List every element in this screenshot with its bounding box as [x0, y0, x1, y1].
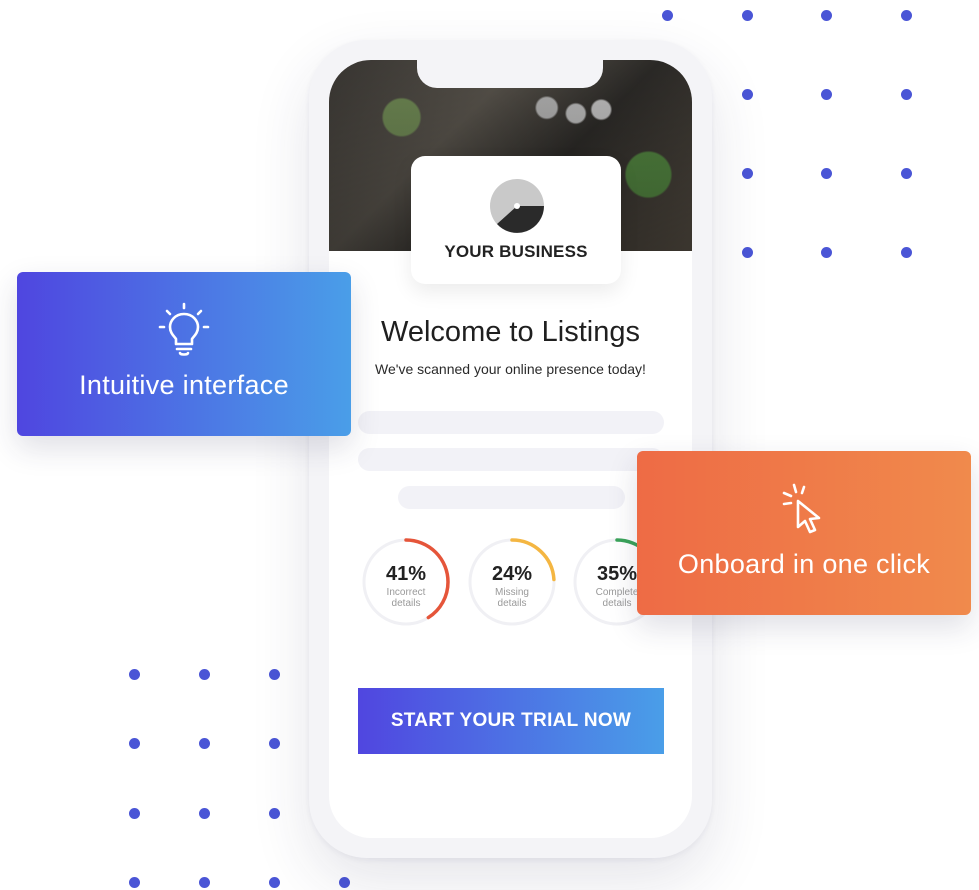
decor-dot — [662, 10, 673, 21]
decor-dot — [129, 669, 140, 680]
decor-dot — [821, 10, 832, 21]
stat-missing: 24% Missing details — [467, 537, 557, 627]
stat-label: Missing details — [477, 587, 547, 609]
decor-dot — [199, 877, 210, 888]
stat-label: Incorrect details — [371, 587, 441, 609]
half-circle-logo-icon — [490, 179, 544, 233]
feature-text: Intuitive interface — [79, 370, 289, 400]
feature-text: Onboard in one click — [677, 549, 931, 579]
feature-card-onboard: Onboard in one click — [637, 451, 971, 615]
lightbulb-icon — [158, 302, 210, 356]
decor-dot — [821, 247, 832, 258]
phone-mockup: YOUR BUSINESS Welcome to Listings We've … — [309, 40, 712, 858]
decor-dot — [901, 10, 912, 21]
decor-dot — [901, 89, 912, 100]
stat-label-line: Incorrect — [386, 587, 426, 598]
stat-incorrect: 41% Incorrect details — [361, 537, 451, 627]
business-card: YOUR BUSINESS — [411, 156, 621, 284]
stat-percent: 24% — [491, 563, 533, 585]
phone-notch — [417, 60, 603, 88]
welcome-subtitle: We've scanned your online presence today… — [375, 361, 646, 377]
phone-screen: YOUR BUSINESS Welcome to Listings We've … — [329, 60, 692, 838]
placeholder-bar — [358, 448, 664, 471]
decor-dot — [199, 738, 210, 749]
decor-dot — [901, 168, 912, 179]
stat-percent: 41% — [385, 563, 427, 585]
stat-label-line: Missing — [495, 587, 529, 598]
decor-dot — [742, 89, 753, 100]
decor-dot — [129, 808, 140, 819]
decor-dot — [269, 669, 280, 680]
decor-dot — [901, 247, 912, 258]
business-name: YOUR BUSINESS — [444, 242, 588, 261]
decor-dot — [269, 808, 280, 819]
marketing-canvas: YOUR BUSINESS Welcome to Listings We've … — [0, 0, 979, 890]
cursor-click-icon — [782, 483, 821, 534]
feature-card-intuitive: Intuitive interface — [17, 272, 351, 436]
decor-dot — [742, 168, 753, 179]
decor-dot — [339, 877, 350, 888]
decor-dot — [269, 738, 280, 749]
welcome-title: Welcome to Listings — [381, 316, 640, 348]
decor-dot — [821, 89, 832, 100]
placeholder-bar — [398, 486, 625, 509]
decor-dot — [129, 877, 140, 888]
decor-dot — [821, 168, 832, 179]
placeholder-bar — [358, 411, 664, 434]
decor-dot — [199, 669, 210, 680]
decor-dot — [742, 247, 753, 258]
decor-dot — [269, 877, 280, 888]
start-trial-button[interactable]: START YOUR TRIAL NOW — [358, 688, 664, 754]
stat-label-line: details — [391, 598, 421, 609]
decor-dot — [199, 808, 210, 819]
decor-dot — [742, 10, 753, 21]
decor-dot — [129, 738, 140, 749]
stat-label-line: details — [497, 598, 527, 609]
